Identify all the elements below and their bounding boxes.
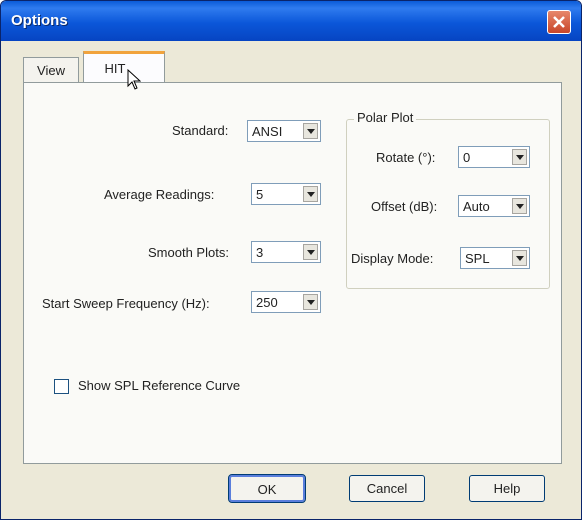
standard-dropdown-button[interactable] bbox=[303, 123, 318, 139]
tab-hit-label: HIT bbox=[104, 61, 126, 76]
close-icon bbox=[553, 16, 565, 28]
rotate-value: 0 bbox=[463, 150, 471, 165]
display-mode-select[interactable]: SPL bbox=[460, 247, 530, 269]
chevron-down-icon bbox=[516, 256, 524, 261]
chevron-down-icon bbox=[307, 192, 315, 197]
start-sweep-frequency-label: Start Sweep Frequency (Hz): bbox=[42, 296, 210, 311]
polar-plot-title: Polar Plot bbox=[354, 110, 417, 125]
offset-dropdown-button[interactable] bbox=[512, 198, 527, 214]
chevron-down-icon bbox=[516, 204, 524, 209]
ok-button[interactable]: OK bbox=[228, 474, 306, 503]
smooth-plots-select[interactable]: 3 bbox=[251, 241, 321, 263]
average-readings-value: 5 bbox=[256, 187, 264, 202]
standard-select[interactable]: ANSI bbox=[247, 120, 321, 142]
smooth-plots-value: 3 bbox=[256, 245, 264, 260]
help-button[interactable]: Help bbox=[469, 475, 545, 502]
rotate-select[interactable]: 0 bbox=[458, 146, 530, 168]
show-spl-reference-curve-label[interactable]: Show SPL Reference Curve bbox=[78, 378, 240, 393]
chevron-down-icon bbox=[516, 155, 524, 160]
chevron-down-icon bbox=[307, 129, 315, 134]
mouse-pointer-icon bbox=[127, 69, 141, 90]
rotate-dropdown-button[interactable] bbox=[512, 149, 527, 165]
start-sweep-frequency-select[interactable]: 250 bbox=[251, 291, 321, 313]
cancel-button[interactable]: Cancel bbox=[349, 475, 425, 502]
tab-hit[interactable]: HIT bbox=[83, 51, 165, 82]
smooth-plots-dropdown-button[interactable] bbox=[303, 244, 318, 260]
start-sweep-frequency-value: 250 bbox=[256, 295, 278, 310]
window-title: Options bbox=[11, 12, 68, 29]
hit-tab-panel: Standard: ANSI Average Readings: 5 Smoot… bbox=[23, 82, 562, 464]
display-mode-value: SPL bbox=[465, 251, 490, 266]
title-bar[interactable]: Options bbox=[1, 1, 581, 41]
chevron-down-icon bbox=[307, 250, 315, 255]
rotate-label: Rotate (°): bbox=[376, 150, 436, 165]
offset-select[interactable]: Auto bbox=[458, 195, 530, 217]
chevron-down-icon bbox=[307, 300, 315, 305]
standard-label: Standard: bbox=[172, 123, 229, 138]
average-readings-select[interactable]: 5 bbox=[251, 183, 321, 205]
start-sweep-frequency-dropdown-button[interactable] bbox=[303, 294, 318, 310]
average-readings-label: Average Readings: bbox=[104, 187, 215, 202]
show-spl-reference-curve-checkbox[interactable] bbox=[54, 379, 69, 394]
standard-value: ANSI bbox=[252, 124, 283, 139]
offset-value: Auto bbox=[463, 199, 490, 214]
offset-label: Offset (dB): bbox=[371, 199, 438, 214]
display-mode-label: Display Mode: bbox=[351, 251, 434, 266]
smooth-plots-label: Smooth Plots: bbox=[148, 245, 229, 260]
close-button[interactable] bbox=[547, 10, 571, 34]
average-readings-dropdown-button[interactable] bbox=[303, 186, 318, 202]
options-dialog: Options View HIT Standard: ANSI Average … bbox=[0, 0, 582, 520]
display-mode-dropdown-button[interactable] bbox=[512, 250, 527, 266]
